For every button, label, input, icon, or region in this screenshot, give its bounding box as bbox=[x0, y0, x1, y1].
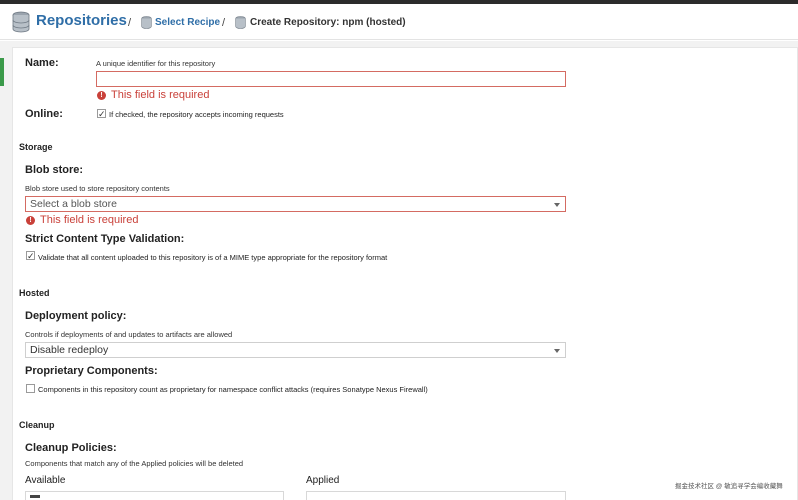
name-input[interactable] bbox=[96, 71, 566, 87]
blob-store-placeholder: Select a blob store bbox=[30, 198, 117, 210]
active-indicator bbox=[0, 58, 4, 86]
available-label: Available bbox=[25, 475, 66, 486]
cleanup-policies-label: Cleanup Policies: bbox=[25, 442, 117, 454]
blob-store-error: ! This field is required bbox=[26, 214, 138, 227]
breadcrumb-separator: / bbox=[222, 17, 226, 29]
watermark: 掘金技术社区 @ 敏追寻学会编收藏舞 bbox=[675, 483, 783, 490]
applied-policies-list[interactable] bbox=[306, 491, 566, 500]
online-checkbox[interactable]: ✓ bbox=[97, 109, 106, 119]
error-icon: ! bbox=[26, 216, 35, 225]
cleanup-section-title: Cleanup bbox=[19, 420, 55, 430]
blob-store-error-text: This field is required bbox=[40, 214, 139, 226]
select-recipe-breadcrumb[interactable]: Select Recipe bbox=[155, 17, 220, 29]
repositories-breadcrumb[interactable]: Repositories bbox=[36, 12, 127, 30]
blob-store-label: Blob store: bbox=[25, 164, 84, 176]
proprietary-components-text: Components in this repository count as p… bbox=[38, 385, 428, 394]
list-handle-icon bbox=[30, 495, 40, 498]
strict-validation-label: Strict Content Type Validation: bbox=[25, 233, 185, 245]
current-page-breadcrumb: Create Repository: npm (hosted) bbox=[250, 17, 406, 28]
chevron-down-icon bbox=[554, 349, 560, 353]
name-error-text: This field is required bbox=[111, 89, 210, 101]
database-icon bbox=[235, 16, 246, 29]
proprietary-components-checkbox[interactable] bbox=[26, 384, 35, 393]
deployment-policy-select[interactable]: Disable redeploy bbox=[25, 342, 566, 358]
name-label: Name: bbox=[25, 57, 59, 69]
blob-store-select[interactable]: Select a blob store bbox=[25, 196, 566, 212]
deployment-policy-help: Controls if deployments of and updates t… bbox=[25, 330, 233, 339]
strict-validation-text: Validate that all content uploaded to th… bbox=[38, 253, 388, 262]
available-policies-list[interactable] bbox=[25, 491, 284, 500]
online-label: Online: bbox=[25, 108, 63, 120]
hosted-section-title: Hosted bbox=[19, 288, 50, 298]
error-icon: ! bbox=[97, 91, 106, 100]
proprietary-components-label: Proprietary Components: bbox=[25, 365, 158, 377]
name-error: ! This field is required bbox=[97, 89, 209, 102]
applied-label: Applied bbox=[306, 475, 340, 486]
database-icon bbox=[141, 16, 152, 29]
breadcrumb-header: Repositories / Select Recipe / Create Re… bbox=[0, 4, 798, 40]
name-help: A unique identifier for this repository bbox=[96, 59, 216, 68]
blob-store-help: Blob store used to store repository cont… bbox=[25, 184, 170, 193]
chevron-down-icon bbox=[554, 203, 560, 207]
breadcrumb-separator: / bbox=[128, 17, 132, 29]
online-text: If checked, the repository accepts incom… bbox=[109, 110, 284, 119]
cleanup-policies-help: Components that match any of the Applied… bbox=[25, 459, 244, 468]
deployment-policy-value: Disable redeploy bbox=[30, 344, 109, 356]
deployment-policy-label: Deployment policy: bbox=[25, 310, 127, 322]
storage-section-title: Storage bbox=[19, 142, 53, 152]
strict-validation-checkbox[interactable]: ✓ bbox=[26, 251, 35, 261]
database-icon bbox=[12, 11, 30, 33]
